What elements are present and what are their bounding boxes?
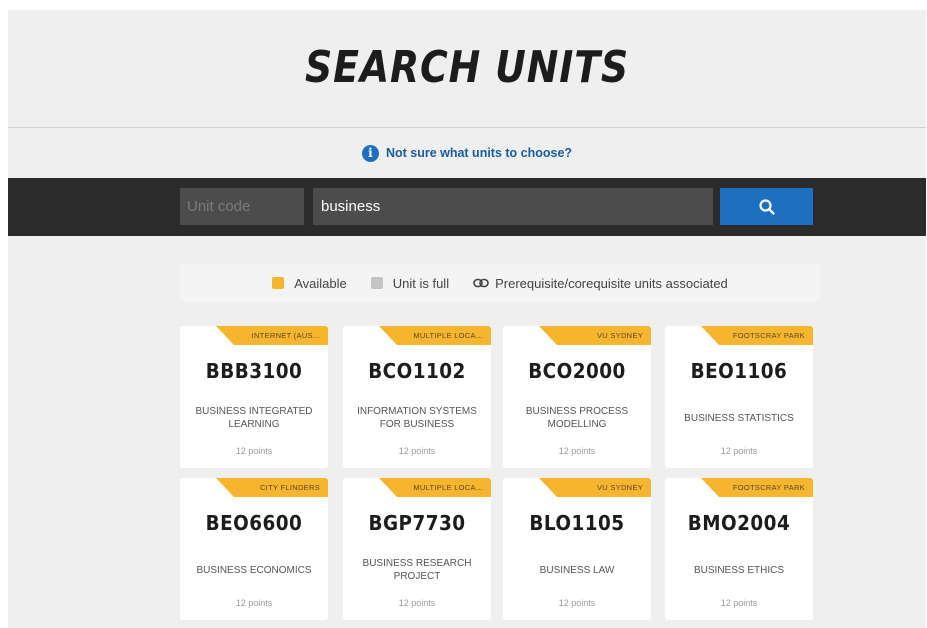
- unit-card[interactable]: FOOTSCRAY PARK BMO2004 BUSINESS ETHICS 1…: [665, 478, 813, 620]
- unit-name: BUSINESS INTEGRATED LEARNING: [195, 406, 313, 430]
- available-swatch: [272, 277, 285, 289]
- unit-name: BUSINESS STATISTICS: [684, 412, 794, 424]
- legend-available: Available: [272, 276, 347, 291]
- legend: Available Unit is full Prerequisite/core…: [180, 264, 820, 302]
- unit-name: BUSINESS PROCESS MODELLING: [525, 406, 629, 430]
- location-tag: MULTIPLE LOCA...: [379, 478, 491, 497]
- location-tag: CITY FLINDERS: [216, 478, 328, 497]
- unit-name: BUSINESS LAW: [539, 564, 615, 576]
- info-icon[interactable]: i: [361, 144, 379, 162]
- unit-code: BLO1105: [529, 511, 625, 535]
- unit-card[interactable]: INTERNET (AUS... BBB3100 BUSINESS INTEGR…: [180, 326, 328, 468]
- unit-points: 12 points: [558, 446, 596, 456]
- title-band: SEARCH UNITS: [8, 10, 926, 128]
- unit-points: 12 points: [235, 598, 273, 608]
- link-icon: [473, 278, 489, 288]
- unit-name: BUSINESS ETHICS: [693, 564, 785, 576]
- help-row: i Not sure what units to choose?: [8, 128, 926, 178]
- legend-prereq: Prerequisite/corequisite units associate…: [473, 276, 728, 291]
- unit-points: 12 points: [720, 598, 758, 608]
- unit-name: BUSINESS ECONOMICS: [196, 564, 312, 576]
- location-tag: VU SYDNEY: [539, 326, 651, 345]
- unit-points: 12 points: [398, 598, 436, 608]
- unit-card[interactable]: MULTIPLE LOCA... BGP7730 BUSINESS RESEAR…: [343, 478, 491, 620]
- unit-code: BGP7730: [368, 511, 466, 535]
- location-tag: VU SYDNEY: [539, 478, 651, 497]
- unit-points: 12 points: [398, 446, 436, 456]
- search-icon: [758, 198, 775, 215]
- keyword-search-input[interactable]: [313, 188, 713, 225]
- legend-available-label: Available: [294, 275, 347, 291]
- unit-code: BBB3100: [205, 359, 303, 383]
- unit-code: BCO1102: [368, 359, 466, 383]
- location-tag: INTERNET (AUS...: [216, 326, 328, 345]
- unit-points: 12 points: [720, 446, 758, 456]
- unit-points: 12 points: [558, 598, 596, 608]
- location-tag: FOOTSCRAY PARK: [701, 326, 813, 345]
- search-bar: [8, 178, 926, 236]
- unit-code: BMO2004: [687, 511, 791, 535]
- search-units-page: SEARCH UNITS i Not sure what units to ch…: [8, 10, 926, 628]
- unit-card[interactable]: FOOTSCRAY PARK BEO1106 BUSINESS STATISTI…: [665, 326, 813, 468]
- location-tag: MULTIPLE LOCA...: [379, 326, 491, 345]
- legend-prereq-label: Prerequisite/corequisite units associate…: [495, 275, 728, 291]
- full-swatch: [370, 277, 383, 289]
- unit-code: BCO2000: [528, 359, 626, 383]
- unit-code: BEO6600: [205, 511, 303, 535]
- legend-full: Unit is full: [370, 275, 450, 291]
- unit-code: BEO1106: [690, 359, 788, 383]
- unit-name: INFORMATION SYSTEMS FOR BUSINESS: [357, 406, 477, 430]
- search-button[interactable]: [720, 188, 813, 225]
- unit-card[interactable]: MULTIPLE LOCA... BCO1102 INFORMATION SYS…: [343, 326, 491, 468]
- units-help-link[interactable]: Not sure what units to choose?: [386, 146, 572, 160]
- unit-points: 12 points: [235, 446, 273, 456]
- legend-full-label: Unit is full: [392, 275, 450, 291]
- location-tag: FOOTSCRAY PARK: [701, 478, 813, 497]
- unit-name: BUSINESS RESEARCH PROJECT: [362, 558, 472, 582]
- page-title: SEARCH UNITS: [304, 42, 630, 93]
- unit-card[interactable]: VU SYDNEY BCO2000 BUSINESS PROCESS MODEL…: [503, 326, 651, 468]
- unit-card[interactable]: VU SYDNEY BLO1105 BUSINESS LAW 12 points: [503, 478, 651, 620]
- unit-card[interactable]: CITY FLINDERS BEO6600 BUSINESS ECONOMICS…: [180, 478, 328, 620]
- unit-code-input[interactable]: [180, 188, 304, 225]
